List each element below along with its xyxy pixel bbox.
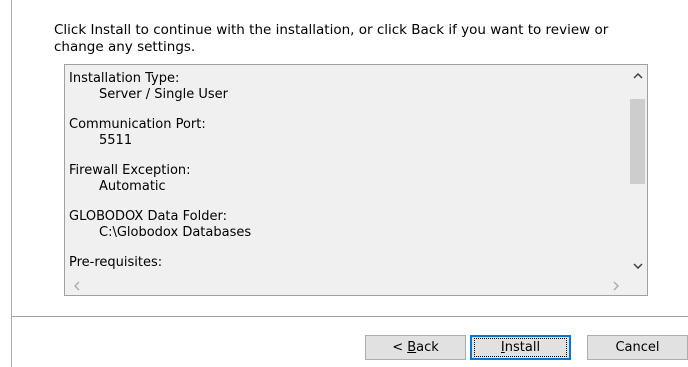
intro-text: Click Install to continue with the insta… (54, 22, 609, 55)
chevron-left-icon[interactable] (67, 277, 86, 295)
chevron-right-icon[interactable] (606, 277, 625, 295)
summary-text: Installation Type: Server / Single User … (69, 71, 625, 276)
back-button[interactable]: < Back (365, 335, 466, 360)
cancel-button[interactable]: Cancel (587, 335, 688, 360)
chevron-up-icon[interactable] (628, 67, 647, 85)
button-separator (12, 316, 688, 317)
scrollbar-thumb[interactable] (630, 99, 645, 184)
back-button-label: ack (416, 340, 439, 355)
focus-rect: Install (473, 338, 568, 357)
summary-label: Firewall Exception: (69, 163, 191, 178)
summary-value: C:\Globodox Databases (99, 224, 252, 240)
back-button-prefix: < (392, 340, 408, 355)
install-button-label: nstall (504, 340, 541, 355)
scrollbar-corner (628, 276, 647, 295)
summary-firewall-exception: Firewall Exception: Automatic (69, 163, 625, 194)
chevron-down-icon[interactable] (628, 257, 647, 275)
summary-box[interactable]: Installation Type: Server / Single User … (64, 64, 648, 296)
summary-value: Server / Single User (99, 86, 229, 102)
summary-value: Automatic (99, 178, 166, 194)
summary-label: Pre-requisites: (69, 255, 163, 270)
summary-label: Installation Type: (69, 71, 180, 86)
summary-prerequisites: Pre-requisites: (69, 255, 625, 271)
install-button[interactable]: Install (470, 335, 571, 360)
summary-installation-type: Installation Type: Server / Single User (69, 71, 625, 102)
vertical-scrollbar[interactable] (628, 65, 647, 277)
summary-value: 5511 (99, 132, 133, 148)
summary-label: Communication Port: (69, 117, 206, 132)
summary-label: GLOBODOX Data Folder: (69, 209, 227, 224)
back-button-mnemonic: B (407, 340, 417, 355)
horizontal-scrollbar[interactable] (65, 276, 628, 295)
summary-communication-port: Communication Port: 5511 (69, 117, 625, 148)
summary-data-folder: GLOBODOX Data Folder: C:\Globodox Databa… (69, 209, 625, 240)
